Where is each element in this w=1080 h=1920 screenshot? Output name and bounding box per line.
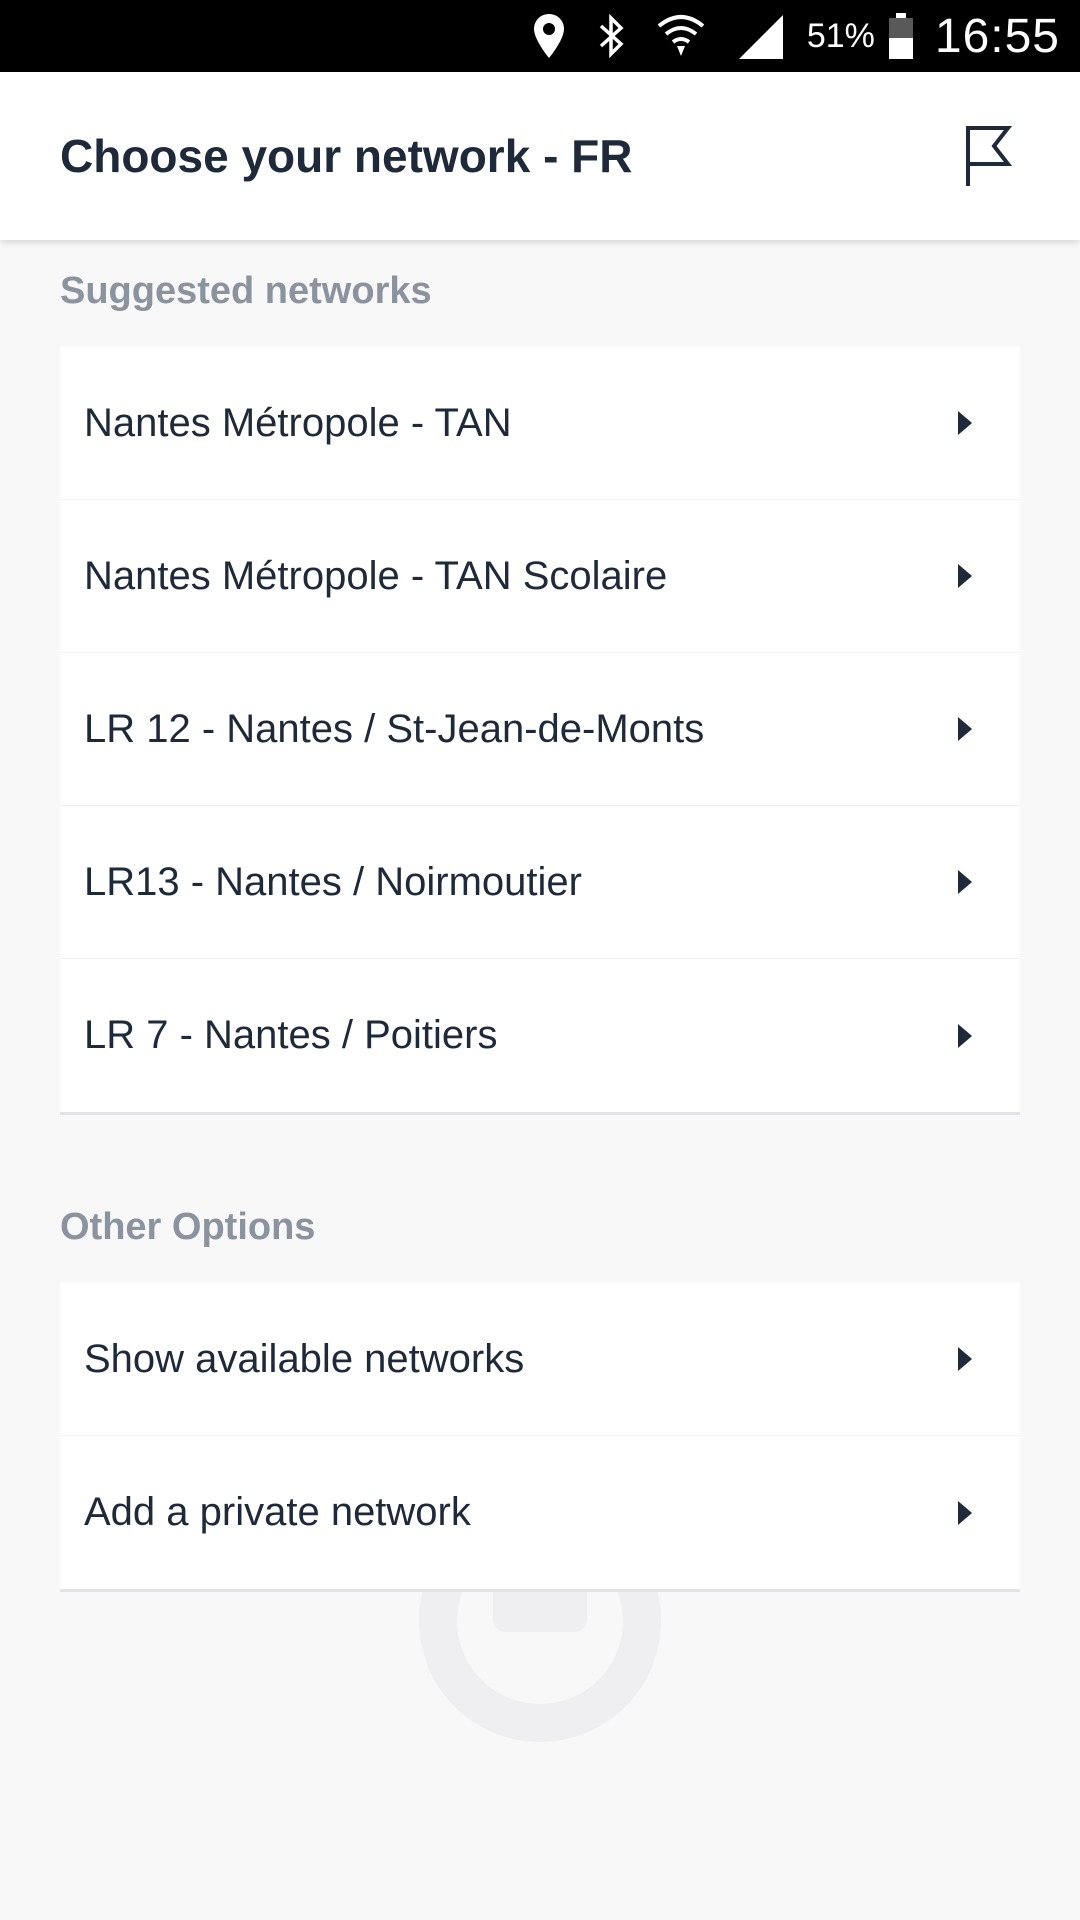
chevron-right-icon (958, 564, 972, 588)
chevron-right-icon (958, 1500, 972, 1525)
bluetooth-icon (595, 12, 627, 60)
add-private-network-item[interactable]: Add a private network (60, 1436, 1020, 1589)
list-item-label: Show available networks (84, 1336, 525, 1381)
chevron-right-icon (958, 870, 972, 894)
chevron-right-icon (958, 717, 972, 741)
battery-icon (887, 11, 915, 61)
network-item-lr13[interactable]: LR13 - Nantes / Noirmoutier (60, 806, 1020, 959)
chevron-right-icon (958, 1023, 972, 1048)
network-item-tan-scolaire[interactable]: Nantes Métropole - TAN Scolaire (60, 500, 1020, 653)
list-item-label: Add a private network (84, 1490, 471, 1534)
wifi-icon (655, 12, 707, 60)
battery-percent: 51% (806, 16, 875, 55)
show-available-networks-item[interactable]: Show available networks (60, 1283, 1020, 1436)
other-options-list: Show available networks Add a private ne… (60, 1283, 1020, 1592)
list-item-label: Nantes Métropole - TAN Scolaire (84, 553, 668, 598)
flag-icon[interactable] (956, 116, 1020, 196)
network-item-lr12[interactable]: LR 12 - Nantes / St-Jean-de-Monts (60, 653, 1020, 806)
suggested-networks-list: Nantes Métropole - TAN Nantes Métropole … (60, 347, 1020, 1115)
page-title: Choose your network - FR (60, 130, 633, 182)
list-item-label: LR 7 - Nantes / Poitiers (84, 1013, 498, 1057)
status-bar: 51% 16:55 (0, 0, 1080, 72)
clock: 16:55 (934, 9, 1060, 63)
section-title-suggested: Suggested networks (60, 270, 432, 312)
list-item-label: Nantes Métropole - TAN (84, 400, 512, 445)
chevron-right-icon (958, 411, 972, 435)
list-item-label: LR 12 - Nantes / St-Jean-de-Monts (84, 706, 705, 751)
network-item-lr7[interactable]: LR 7 - Nantes / Poitiers (60, 959, 1020, 1112)
list-item-label: LR13 - Nantes / Noirmoutier (84, 859, 582, 904)
app-bar: Choose your network - FR (0, 72, 1080, 240)
section-title-other: Other Options (60, 1206, 316, 1248)
network-item-tan[interactable]: Nantes Métropole - TAN (60, 347, 1020, 500)
chevron-right-icon (958, 1347, 972, 1371)
signal-icon (735, 11, 785, 61)
location-icon (531, 12, 567, 60)
